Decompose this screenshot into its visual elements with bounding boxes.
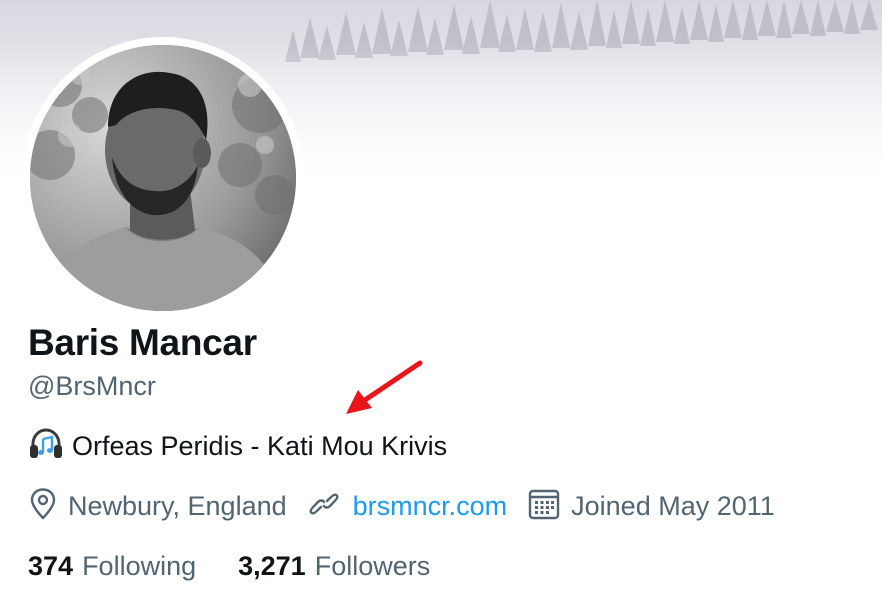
profile-page: Baris Mancar @BrsMncr Orfeas Peridis - K…	[0, 0, 882, 604]
following-link[interactable]: 374 Following	[28, 551, 196, 582]
headphones-music-icon	[28, 426, 64, 467]
join-date-text: Joined May 2011	[571, 490, 775, 521]
location-text: Newbury, England	[68, 490, 287, 521]
location-pin-icon	[28, 487, 58, 526]
followers-count: 3,271	[238, 550, 306, 581]
join-date: Joined May 2011	[527, 487, 775, 526]
following-count: 374	[28, 550, 74, 581]
website: brsmncr.com	[307, 487, 508, 526]
location: Newbury, England	[28, 487, 287, 526]
following-label: Following	[82, 550, 197, 581]
avatar-photo	[30, 45, 296, 311]
bio-text: Orfeas Peridis - Kati Mou Krivis	[72, 430, 448, 461]
profile-meta: Newbury, England brsmncr.com Joined May …	[28, 486, 795, 526]
follow-stats: 374 Following 3,271 Followers	[28, 546, 472, 586]
followers-link[interactable]: 3,271 Followers	[238, 551, 430, 582]
avatar[interactable]	[22, 37, 304, 319]
display-name: Baris Mancar	[28, 322, 257, 363]
calendar-icon	[527, 487, 561, 526]
website-link[interactable]: brsmncr.com	[353, 491, 508, 522]
followers-label: Followers	[314, 550, 431, 581]
user-handle: @BrsMncr	[28, 371, 156, 401]
link-icon	[307, 487, 341, 526]
bio: Orfeas Peridis - Kati Mou Krivis	[28, 426, 448, 467]
